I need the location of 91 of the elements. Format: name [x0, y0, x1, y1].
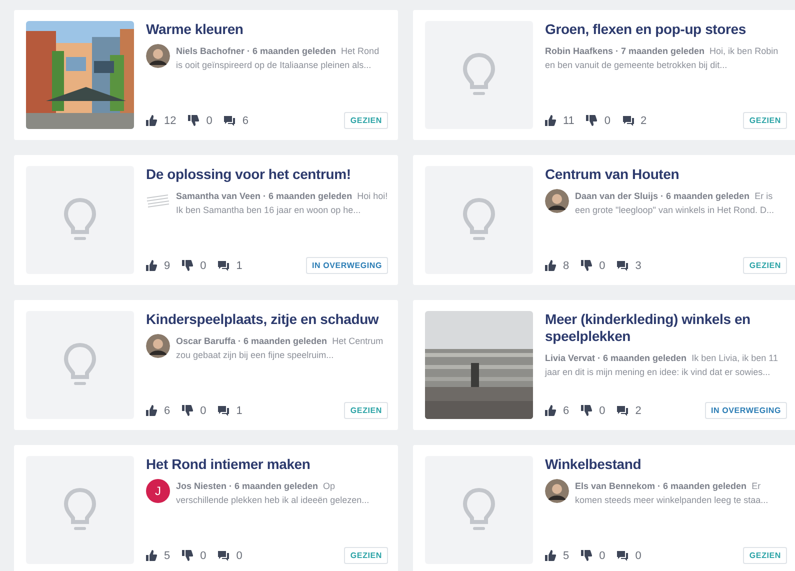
lightbulb-icon — [63, 487, 97, 533]
lightbulb-icon — [462, 52, 496, 98]
thumbs-up-icon — [545, 405, 556, 416]
idea-summary: Oscar Baruffa · 6 maanden geleden Het Centrum zou gebaat zijn bij een fijne speelruim... — [176, 335, 384, 362]
idea-card[interactable]: Meer (kinderkleding) winkels en speelplekken Livia Vervat · 6 maanden geleden Ik ben Livia, ik ben 11 jaar en dit is mijn mening en idee: ik vind dat er sowies... 6 0 2 IN OVERWEGING — [413, 300, 795, 430]
idea-summary: Samantha van Veen · 6 maanden geleden Hoi hoi! Ik ben Samantha ben 16 jaar en woon op he... — [176, 190, 388, 217]
thumbs-up-icon — [146, 115, 157, 126]
idea-summary: Livia Vervat · 6 maanden geleden Ik ben Livia, ik ben 11 jaar en dit is mijn mening en idee: ik vind dat er sowies... — [545, 352, 779, 379]
dislike-count: 0 — [604, 114, 611, 126]
comment-count: 0 — [236, 550, 242, 562]
avatar-icon — [545, 479, 569, 503]
thumbs-down-icon — [188, 115, 200, 126]
status-label: GEZIEN — [344, 547, 388, 564]
like-count: 9 — [164, 260, 170, 272]
idea-summary: Jos Niesten · 6 maanden geleden Op verschillende plekken heb ik al ideeën gelezen... — [176, 480, 370, 507]
status-label: GEZIEN — [743, 547, 787, 564]
thumbs-down-icon — [586, 115, 598, 126]
like-count: 8 — [563, 260, 570, 272]
comment-count: 3 — [635, 260, 642, 272]
thumbs-down-icon — [581, 550, 592, 561]
status-label: GEZIEN — [344, 112, 388, 129]
idea-summary: Robin Haafkens · 7 maanden geleden Hoi, ik ben Robin en ben vanuit de gemeente betrokken bij dit... — [545, 45, 780, 72]
comment-count: 1 — [236, 404, 242, 416]
status-label: GEZIEN — [743, 112, 787, 129]
comment-count: 6 — [242, 114, 248, 126]
idea-title[interactable]: Het Rond intiemer maken — [146, 456, 388, 473]
like-count: 12 — [164, 114, 176, 126]
dislike-count: 0 — [599, 404, 606, 416]
idea-summary: Els van Bennekom · 6 maanden geleden Er komen steeds meer winkelpanden leeg te staa... — [575, 480, 770, 507]
like-count: 11 — [563, 114, 574, 126]
thumbs-down-icon — [182, 550, 194, 561]
status-label: IN OVERWEGING — [306, 257, 388, 274]
idea-title[interactable]: Warme kleuren — [146, 21, 388, 38]
idea-card[interactable]: Groen, flexen en pop-up stores Robin Haafkens · 7 maanden geleden Hoi, ik ben Robin en ben vanuit de gemeente betrokken bij dit... 11 0 2 GEZIEN — [413, 10, 795, 140]
like-count: 6 — [164, 404, 170, 416]
status-label: GEZIEN — [743, 257, 787, 274]
idea-card[interactable]: Warme kleuren Niels Bachofner · 6 maanden geleden Het Rond is ooit geïnspireerd op de Italiaanse pleinen als... 12 0 6 GEZIEN — [14, 10, 398, 140]
comment-icon — [617, 405, 628, 416]
comment-icon — [224, 115, 236, 126]
comment-icon — [617, 260, 628, 271]
thumbs-down-icon — [581, 260, 592, 271]
thumbs-up-icon — [146, 550, 157, 561]
thumbs-down-icon — [182, 405, 194, 416]
idea-title[interactable]: Kinderspeelplaats, zitje en schaduw — [146, 311, 388, 328]
thumbs-down-icon — [581, 405, 592, 416]
idea-card[interactable]: Centrum van Houten Daan van der Sluijs · 6 maanden geleden Er is een grote "leegloop" van winkels in Het Rond. D... 8 0 3 GEZIEN — [413, 155, 795, 285]
avatar-icon — [545, 189, 569, 213]
thumbs-up-icon — [545, 260, 556, 271]
idea-card[interactable]: De oplossing voor het centrum! Samantha van Veen · 6 maanden geleden Hoi hoi! Ik ben Samantha ben 16 jaar en woon op he... 9 0 1 IN OVERWEGING — [14, 155, 398, 285]
lightbulb-icon — [462, 487, 496, 533]
idea-summary: Niels Bachofner · 6 maanden geleden Het Rond is ooit geïnspireerd op de Italiaanse pleinen als... — [176, 45, 380, 72]
dislike-count: 0 — [599, 260, 606, 272]
idea-title[interactable]: Winkelbestand — [545, 456, 787, 473]
idea-title[interactable]: Centrum van Houten — [545, 166, 787, 183]
like-count: 5 — [563, 550, 570, 562]
thumbs-up-icon — [545, 550, 556, 561]
lightbulb-icon — [63, 197, 97, 243]
dislike-count: 0 — [599, 550, 606, 562]
comment-count: 2 — [635, 404, 642, 416]
idea-title[interactable]: De oplossing voor het centrum! — [146, 166, 388, 183]
comment-count: 1 — [236, 260, 242, 272]
comment-icon — [218, 405, 230, 416]
comment-count: 2 — [640, 114, 647, 126]
avatar-icon — [146, 334, 170, 358]
dislike-count: 0 — [200, 550, 206, 562]
avatar-icon — [146, 44, 170, 68]
status-label: IN OVERWEGING — [705, 402, 787, 419]
thumbs-up-icon — [146, 260, 157, 271]
idea-card[interactable]: Winkelbestand Els van Bennekom · 6 maanden geleden Er komen steeds meer winkelpanden leeg te staa... 5 0 0 GEZIEN — [413, 445, 795, 571]
idea-card[interactable]: Het Rond intiemer maken J Jos Niesten · 6 maanden geleden Op verschillende plekken heb ik al ideeën gelezen... 5 0 0 GEZIEN — [14, 445, 398, 571]
comment-icon — [218, 550, 230, 561]
thumbs-up-icon — [146, 405, 157, 416]
lightbulb-icon — [462, 197, 496, 243]
idea-card[interactable]: Kinderspeelplaats, zitje en schaduw Oscar Baruffa · 6 maanden geleden Het Centrum zou gebaat zijn bij een fijne speelruim... 6 0 1 GEZIEN — [14, 300, 398, 430]
status-label: GEZIEN — [344, 402, 388, 419]
like-count: 6 — [563, 404, 570, 416]
idea-title[interactable]: Meer (kinderkleding) winkels en speelplekken — [545, 311, 787, 345]
idea-title[interactable]: Groen, flexen en pop-up stores — [545, 21, 787, 38]
comment-icon — [617, 550, 628, 561]
idea-summary: Daan van der Sluijs · 6 maanden geleden Er is een grote "leegloop" van winkels in Het Rond. D... — [575, 190, 776, 217]
comment-icon — [622, 115, 634, 126]
like-count: 5 — [164, 550, 170, 562]
comment-count: 0 — [635, 550, 642, 562]
dislike-count: 0 — [206, 114, 212, 126]
comment-icon — [218, 260, 230, 271]
thumbs-down-icon — [182, 260, 194, 271]
thumbs-up-icon — [545, 115, 556, 126]
avatar: J — [146, 479, 170, 503]
dislike-count: 0 — [200, 260, 206, 272]
dislike-count: 0 — [200, 404, 206, 416]
lightbulb-icon — [63, 342, 97, 388]
